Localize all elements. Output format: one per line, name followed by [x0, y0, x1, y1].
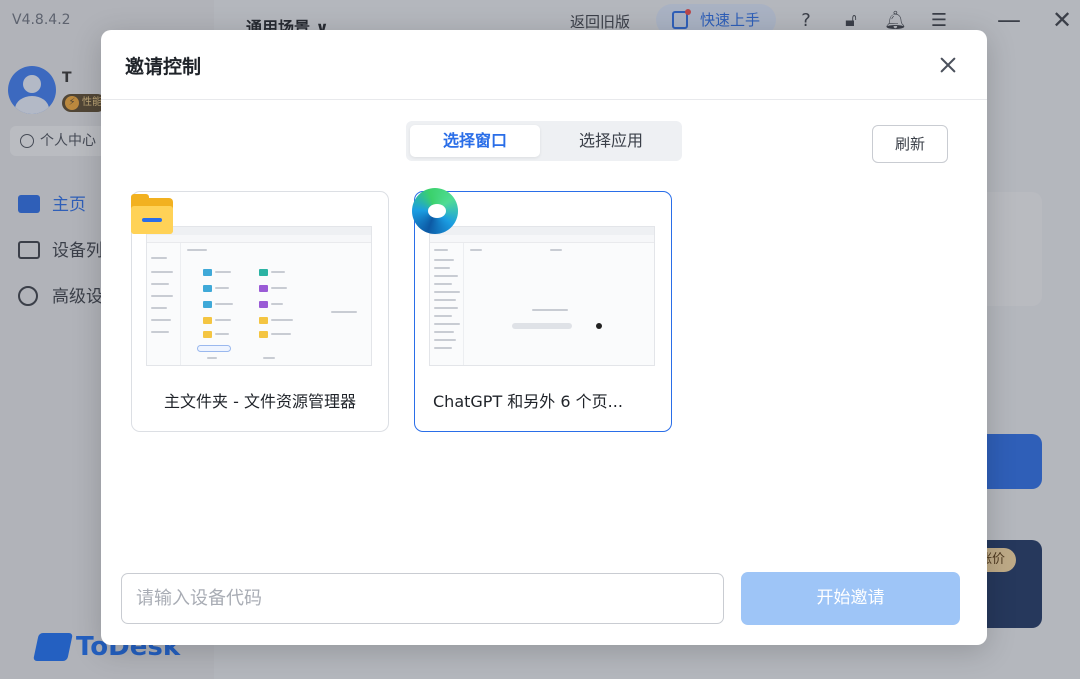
close-icon[interactable] [935, 52, 961, 78]
invite-control-dialog: 邀请控制 选择窗口 选择应用 刷新 主文件夹 - 文件资源管理器 ChatGPT… [101, 30, 987, 645]
window-thumbnail [146, 226, 372, 366]
device-code-input[interactable] [121, 573, 724, 624]
window-card-label: ChatGPT 和另外 6 个页... [433, 392, 623, 411]
edge-icon [412, 188, 458, 234]
window-card-file-explorer[interactable]: 主文件夹 - 文件资源管理器 [131, 191, 389, 432]
tab-select-window[interactable]: 选择窗口 [410, 125, 540, 157]
folder-icon [129, 192, 175, 238]
window-card-chatgpt[interactable]: ChatGPT 和另外 6 个页... [412, 188, 672, 432]
refresh-button[interactable]: 刷新 [872, 125, 948, 163]
start-invite-button[interactable]: 开始邀请 [741, 572, 960, 625]
dialog-title: 邀请控制 [125, 56, 202, 78]
window-thumbnail [429, 226, 655, 366]
window-card-label: 主文件夹 - 文件资源管理器 [164, 392, 356, 411]
tab-select-app[interactable]: 选择应用 [546, 125, 676, 157]
selection-tabs: 选择窗口 选择应用 [406, 121, 682, 161]
dialog-header: 邀请控制 [101, 30, 987, 100]
